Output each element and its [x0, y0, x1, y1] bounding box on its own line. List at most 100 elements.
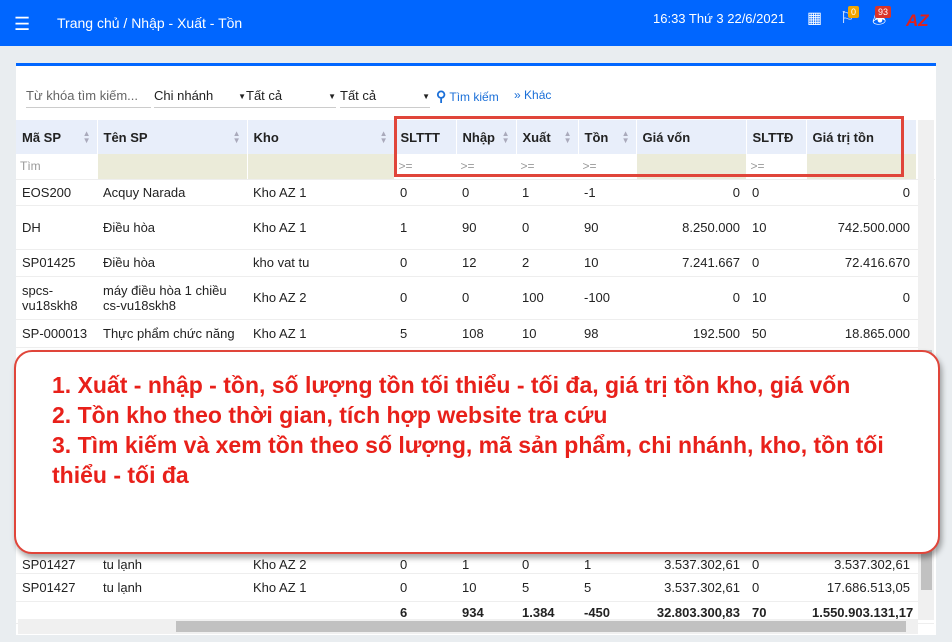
table-cell: 10	[578, 249, 636, 277]
table-cell: 0	[394, 249, 456, 277]
table-cell: 1	[456, 556, 516, 574]
datetime: 16:33 Thứ 3 22/6/2021	[653, 11, 786, 26]
table-cell: 8.250.000	[636, 205, 746, 250]
table-row[interactable]: DH Điều hòa Kho AZ 1 1 90 0 90 8.250.000 10 742.5…	[16, 205, 934, 250]
table-cell: 90	[456, 205, 516, 250]
more-button[interactable]: » Khác	[514, 88, 551, 102]
table-cell: Kho AZ 1	[247, 319, 394, 348]
column-label: Xuất	[522, 129, 551, 145]
table-cell: 0	[746, 556, 806, 574]
column-label: Mã SP	[22, 129, 62, 145]
table-cell: 3.537.302,61	[636, 573, 746, 602]
table-row[interactable]: spcs-vu18skh8 máy điều hòa 1 chiều cs-vu1…	[16, 276, 934, 320]
branch-label: Chi nhánh	[154, 88, 214, 103]
breadcrumb: Trang chủ / Nhập - Xuất - Tồn	[57, 15, 242, 31]
column-label: SLTTĐ	[752, 129, 794, 145]
search-button[interactable]: ⚲ Tìm kiếm	[436, 88, 499, 105]
column-label: Tồn	[584, 129, 609, 145]
table-row[interactable]: SP01427 tu lạnh Kho AZ 2 0 1 0 1 3.537.302,61 0 3…	[16, 556, 934, 574]
filter-cell[interactable]	[247, 154, 395, 180]
caret-down-icon: ▼	[328, 92, 336, 101]
column-label: Kho	[253, 129, 279, 145]
select-2[interactable]: Tất cả ▼	[340, 86, 430, 108]
callout-line: 2. Tồn kho theo thời gian, tích hợp webs…	[52, 402, 608, 428]
horizontal-scrollbar[interactable]	[18, 619, 918, 634]
table-cell: 742.500.000	[806, 205, 916, 250]
column-label: Nhập	[462, 129, 496, 145]
table-cell: 3.537.302,61	[636, 556, 746, 574]
column-header[interactable]: Tồn ▲ ▼	[578, 120, 637, 154]
branch-select[interactable]: Chi nhánh ▼	[154, 86, 246, 108]
table-row[interactable]: SP01425 Điều hòa kho vat tu 0 12 2 10 7.241.667…	[16, 249, 934, 277]
apps-grid-icon[interactable]: ▦	[807, 8, 822, 28]
table-cell: spcs-vu18skh8	[16, 276, 97, 320]
keyword-search-input[interactable]: Từ khóa tìm kiếm...	[26, 86, 151, 108]
column-header[interactable]: Nhập ▲ ▼	[456, 120, 517, 154]
column-header[interactable]: SLTTT	[394, 120, 457, 154]
table-cell: 5	[578, 573, 636, 602]
table-cell: EOS200	[16, 179, 97, 206]
table-cell: 50	[746, 319, 806, 348]
scroll-thumb[interactable]	[176, 621, 906, 632]
column-header[interactable]: Xuất ▲ ▼	[516, 120, 579, 154]
column-header[interactable]: Mã SP ▲ ▼	[16, 120, 98, 154]
table-cell: 5	[394, 319, 456, 348]
table-row[interactable]: SP-000013 Thực phẩm chức năng Kho AZ 1 5 108…	[16, 319, 934, 348]
table-cell: kho vat tu	[247, 249, 394, 277]
callout-line: 3. Tìm kiếm và xem tồn theo số lượng, mã…	[52, 432, 884, 488]
table-cell: 0	[456, 276, 516, 320]
select-1-value: Tất cả	[246, 88, 283, 103]
table-cell: 1	[516, 179, 578, 206]
filter-cell[interactable]	[97, 154, 248, 180]
hamburger-icon[interactable]: ☰	[14, 14, 30, 35]
filter-cell[interactable]	[636, 154, 747, 180]
table-cell: 0	[806, 179, 916, 206]
table-cell: tu lạnh	[97, 556, 247, 574]
column-header[interactable]: SLTTĐ	[746, 120, 807, 154]
table-cell: 0	[636, 179, 746, 206]
column-header[interactable]: Tên SP ▲ ▼	[97, 120, 248, 154]
breadcrumb-current: Nhập - Xuất - Tồn	[131, 15, 243, 31]
min-filter-input[interactable]: >=	[746, 154, 807, 180]
sort-icon: ▲ ▼	[501, 129, 510, 145]
table-cell: 72.416.670	[806, 249, 916, 277]
table-cell: 98	[578, 319, 636, 348]
select-1[interactable]: Tất cả ▼	[246, 86, 336, 108]
column-label: SLTTT	[400, 129, 440, 145]
table-cell: 192.500	[636, 319, 746, 348]
table-cell: 0	[394, 556, 456, 574]
breadcrumb-home[interactable]: Trang chủ /	[57, 15, 127, 31]
sort-icon: ▲ ▼	[563, 129, 572, 145]
table-cell: Thực phẩm chức năng	[97, 319, 247, 348]
column-label: Giá trị tồn	[812, 129, 874, 145]
table-cell: 7.241.667	[636, 249, 746, 277]
table-cell: 10	[746, 276, 806, 320]
caret-down-icon: ▼	[238, 92, 246, 101]
table-cell: -1	[578, 179, 636, 206]
filter-cell[interactable]	[806, 154, 917, 180]
column-header[interactable]: Giá trị tồn	[806, 120, 917, 154]
column-label: Giá vốn	[642, 129, 691, 145]
min-filter-input[interactable]: >=	[516, 154, 579, 180]
table-row[interactable]: EOS200 Acquy Narada Kho AZ 1 0 0 1 -1 0 0 0	[16, 179, 934, 206]
search-filter-input[interactable]: Tìm	[16, 154, 98, 180]
table-cell: Acquy Narada	[97, 179, 247, 206]
table-row[interactable]: SP01427 tu lạnh Kho AZ 1 0 10 5 5 3.537.302,61 0…	[16, 573, 934, 602]
chevron-double-down-icon: »	[514, 88, 521, 102]
select-2-value: Tất cả	[340, 88, 377, 103]
table-cell: 0	[746, 249, 806, 277]
table-cell: 17.686.513,05	[806, 573, 916, 602]
table-cell: 18.865.000	[806, 319, 916, 348]
table-cell: SP01427	[16, 573, 97, 602]
column-header[interactable]: Kho ▲ ▼	[247, 120, 395, 154]
table-cell: tu lạnh	[97, 573, 247, 602]
table-cell: 1	[394, 205, 456, 250]
column-header[interactable]: Giá vốn	[636, 120, 747, 154]
table-cell: SP01425	[16, 249, 97, 277]
table-cell: SP01427	[16, 556, 97, 574]
min-filter-input[interactable]: >=	[394, 154, 457, 180]
table-cell: 0	[394, 276, 456, 320]
min-filter-input[interactable]: >=	[578, 154, 637, 180]
table-cell: 0	[746, 179, 806, 206]
min-filter-input[interactable]: >=	[456, 154, 517, 180]
